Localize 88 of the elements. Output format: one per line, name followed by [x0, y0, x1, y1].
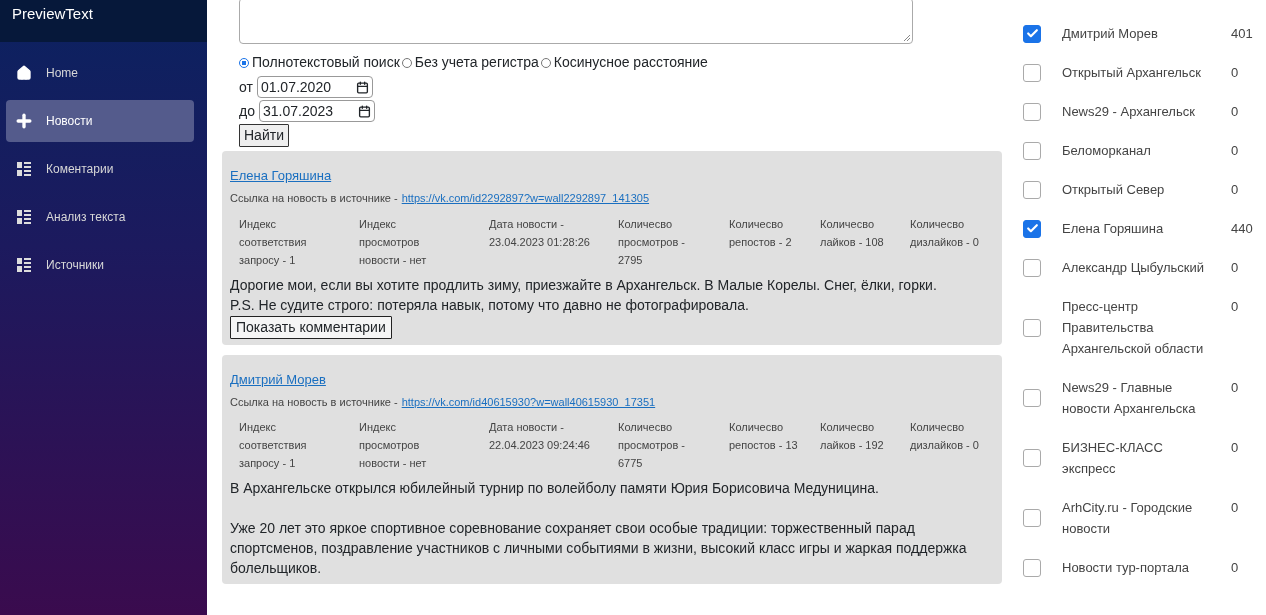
metric-text: Индекс просмотров новости - нет	[359, 420, 428, 471]
source-count: 0	[1231, 259, 1240, 277]
checkbox[interactable]	[1023, 318, 1041, 337]
metric-text: Индекс соответствия запросу - 1	[239, 420, 308, 471]
source-count: 0	[1231, 142, 1240, 160]
list-icon	[17, 162, 31, 176]
metric-text: Количесво репостов - 13	[729, 420, 799, 453]
source-name: News29 - Главные новости Архангельска	[1062, 379, 1197, 418]
nav-item[interactable]: Home	[6, 52, 194, 94]
source-count: 0	[1231, 298, 1240, 316]
source-count: 0	[1231, 379, 1240, 397]
checkbox[interactable]	[1023, 24, 1041, 43]
author-link[interactable]: Дмитрий Морев	[230, 371, 326, 387]
link-label: Ссылка на новость в источнике -	[230, 191, 398, 206]
check-icon	[1025, 222, 1039, 235]
metric-text: Количесво лайков - 108	[820, 216, 885, 250]
checkbox[interactable]	[1023, 258, 1041, 277]
source-name: Открытый Архангельск	[1062, 64, 1202, 82]
metric-text: Количесво дизлайков - 0	[910, 420, 980, 453]
home-icon	[16, 65, 32, 81]
source-name: Открытый Север	[1062, 181, 1166, 199]
news-text: В Архангельске открылся юбилейный турнир по волейболу памяти Юрия Борисовича Медуницина.	[230, 479, 880, 498]
query-textarea[interactable]	[239, 0, 913, 44]
source-name: News29 - Архангельск	[1062, 103, 1196, 121]
check-icon	[1025, 27, 1039, 40]
metric-text: Дата новости - 22.04.2023 09:24:46	[489, 420, 591, 453]
calendar-icon	[355, 80, 369, 94]
source-count: 0	[1231, 181, 1240, 199]
radio-button[interactable]	[401, 57, 412, 68]
source-name: Пресс-центр Правительства Архангельской области	[1062, 298, 1205, 358]
source-count: 0	[1231, 439, 1240, 457]
nav-item[interactable]: Коментарии	[6, 148, 194, 190]
checkbox[interactable]	[1023, 63, 1041, 82]
source-count: 0	[1231, 64, 1240, 82]
radio-button[interactable]	[239, 57, 249, 68]
date-field[interactable]: 31.07.2023	[258, 100, 375, 122]
date-field[interactable]: 01.07.2020	[256, 76, 373, 98]
source-link[interactable]: https://vk.com/id2292897?w=wall2292897_141305	[401, 190, 650, 207]
checkbox[interactable]	[1023, 509, 1041, 527]
brand-title: PreviewText	[12, 5, 93, 22]
nav-item[interactable]: Источники	[6, 244, 194, 286]
radio-button[interactable]	[540, 57, 551, 68]
checkbox[interactable]	[1023, 141, 1041, 160]
nav-item[interactable]: Новости	[6, 100, 194, 142]
metric-text: Количесво просмотров - 6775	[618, 420, 686, 471]
author-link[interactable]: Елена Горяшина	[230, 168, 332, 183]
source-name: Дмитрий Морев	[1062, 25, 1159, 43]
radio-label: Без учета регистра	[414, 53, 539, 72]
to-label: до	[239, 101, 255, 121]
list-icon	[17, 210, 31, 224]
checkbox[interactable]	[1023, 219, 1041, 238]
metric-text: Индекс соответствия запросу - 1	[239, 216, 308, 268]
source-name: Беломорканал	[1062, 142, 1152, 160]
source-link[interactable]: https://vk.com/id40615930?w=wall40615930_17351	[401, 393, 656, 410]
news-text: Уже 20 лет это яркое спортивное соревнование сохраняет свои особые традиции: торжественный парад спортсменов, поздравление участников с личными событиями в жизни, высокий класс игры и жаркая поддержка болельщиков.	[230, 519, 968, 578]
source-name: Александр Цыбульский	[1062, 259, 1206, 277]
metric-text: Количесво лайков - 192	[820, 420, 885, 453]
source-count: 0	[1231, 103, 1240, 121]
search-button[interactable]: Найти	[239, 124, 289, 147]
nav-item[interactable]: Анализ текста	[6, 196, 194, 238]
metric-text: Количесво дизлайков - 0	[910, 216, 980, 250]
metric-text: Количесво репостов - 2	[729, 216, 793, 250]
source-count: 401	[1231, 25, 1254, 43]
plus-icon	[14, 111, 34, 131]
link-label: Ссылка на новость в источнике -	[230, 394, 398, 410]
from-label: от	[239, 77, 253, 97]
resize-handle-icon	[903, 34, 910, 41]
source-count: 0	[1231, 499, 1240, 517]
metric-text: Дата новости - 23.04.2023 01:28:26	[489, 216, 591, 250]
news-text: Дорогие мои, если вы хотите продлить зиму, приезжайте в Архангельск. В Малые Корелы. Снег, ёлки, горки. P.S. Не судите строго: потеряла навык, потому что давно не фотографировала.	[230, 275, 938, 315]
radio-label: Полнотекстовый поиск	[252, 53, 400, 72]
calendar-icon	[357, 104, 371, 118]
checkbox[interactable]	[1023, 449, 1041, 467]
source-name: ArhCity.ru - Городские новости	[1062, 499, 1194, 538]
list-icon	[17, 258, 31, 272]
source-count: 0	[1231, 559, 1240, 577]
radio-label: Косинусное расстояние	[553, 53, 708, 72]
source-name: БИЗНЕС-КЛАСС экспресс	[1062, 439, 1164, 478]
checkbox[interactable]	[1023, 558, 1041, 577]
source-name: Елена Горяшина	[1062, 220, 1165, 238]
checkbox[interactable]	[1023, 180, 1041, 199]
source-count: 440	[1231, 220, 1254, 238]
show-comments-button[interactable]: Показать комментарии	[230, 315, 392, 339]
metric-text: Индекс просмотров новости - нет	[359, 216, 428, 268]
checkbox[interactable]	[1023, 102, 1041, 121]
metric-text: Количесво просмотров - 2795	[618, 216, 686, 268]
checkbox[interactable]	[1023, 389, 1041, 407]
source-name: Новости тур-портала	[1062, 559, 1191, 577]
